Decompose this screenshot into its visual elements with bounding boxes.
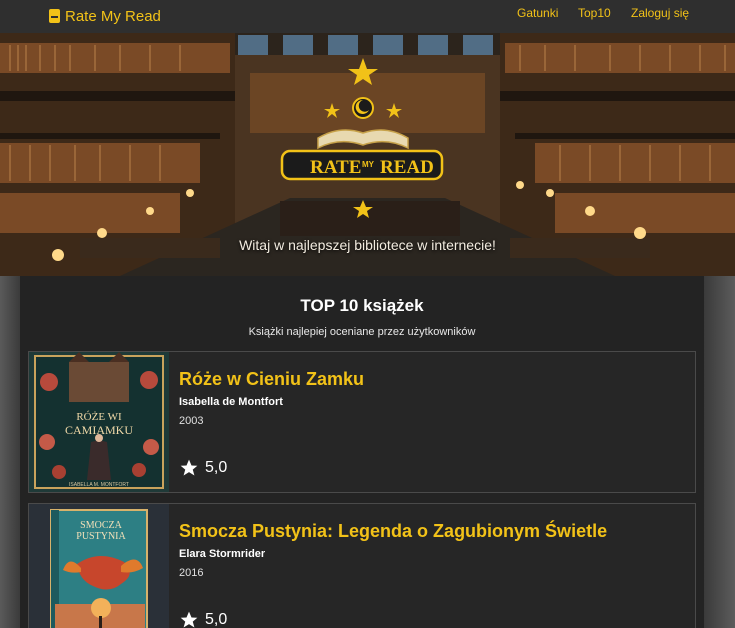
rating-value: 5,0 — [205, 459, 228, 476]
book-rating: 5,0 — [179, 458, 227, 478]
book-card[interactable]: SMOCZA PUSTYNIA Smocza Pustynia: Legenda… — [28, 503, 696, 628]
book-author: Elara Stormrider — [179, 548, 266, 560]
navbar: Rate My Read Gatunki Top10 Zaloguj się — [0, 0, 735, 33]
main-content: TOP 10 książek Książki najlepiej ocenian… — [20, 276, 704, 628]
nav-link-login[interactable]: Zaloguj się — [631, 6, 689, 20]
brand-label: Rate My Read — [65, 7, 161, 25]
book-rating: 5,0 — [179, 610, 227, 628]
book-cover-image[interactable]: RÓŻE WI CAMIAMKU ISABELLA M. MONTFORT — [29, 352, 169, 492]
svg-text:SMOCZA: SMOCZA — [80, 520, 122, 531]
logo-text-rate: RATE — [310, 157, 361, 178]
brand-link[interactable]: Rate My Read — [49, 6, 161, 26]
book-title[interactable]: Smocza Pustynia: Legenda o Zagubionym Św… — [179, 521, 607, 542]
nav-link-genres[interactable]: Gatunki — [517, 6, 558, 20]
book-year: 2003 — [179, 415, 204, 427]
right-background-panel — [704, 276, 735, 628]
rating-value: 5,0 — [205, 611, 228, 628]
nav-link-top10[interactable]: Top10 — [578, 6, 611, 20]
svg-text:PUSTYNIA: PUSTYNIA — [76, 531, 126, 542]
hero-caption: Witaj w najlepszej bibliotece w internec… — [239, 237, 496, 253]
logo-text-my: MY — [362, 160, 375, 169]
svg-text:RÓŻE WI: RÓŻE WI — [76, 411, 122, 423]
page-title: TOP 10 książek — [300, 296, 424, 315]
star-icon — [180, 611, 198, 628]
logo-text-read: READ — [380, 157, 434, 178]
book-title[interactable]: Róże w Cieniu Zamku — [179, 369, 364, 390]
page-subtitle: Książki najlepiej oceniane przez użytkow… — [248, 326, 476, 338]
book-cover-image[interactable]: SMOCZA PUSTYNIA — [29, 504, 169, 628]
left-background-panel — [0, 276, 20, 628]
book-author: Isabella de Montfort — [179, 396, 283, 408]
book-icon — [49, 9, 60, 23]
svg-text:ISABELLA M. MONTFORT: ISABELLA M. MONTFORT — [69, 482, 129, 488]
star-icon — [180, 459, 198, 476]
book-card[interactable]: RÓŻE WI CAMIAMKU ISABELLA M. MONTFORT Ró… — [28, 351, 696, 493]
hero-banner: RATE MY READ Witaj w najlepszej bibliote… — [0, 33, 735, 276]
book-year: 2016 — [179, 567, 204, 579]
